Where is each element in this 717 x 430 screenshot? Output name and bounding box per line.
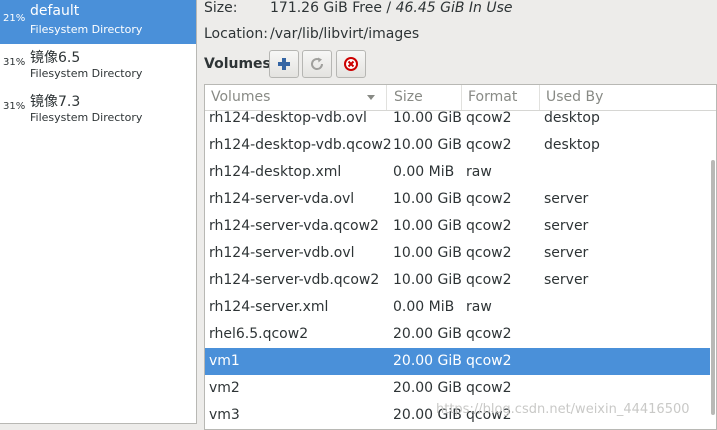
cell-format: qcow2 [466,218,512,234]
pool-item-default[interactable]: 21% default Filesystem Directory [0,0,196,44]
table-row[interactable]: vm1 20.00 GiB qcow2 [205,348,710,375]
cell-format: qcow2 [466,380,512,396]
cell-volume-name: rh124-desktop-vdb.ovl [209,110,367,126]
cell-used-by: server [544,191,589,207]
cell-volume-name: rh124-server-vdb.ovl [209,245,355,261]
pool-usage: 31% [3,101,26,112]
cell-volume-name: rh124-desktop-vdb.qcow2 [209,137,392,153]
refresh-icon [311,57,324,70]
table-row[interactable]: rh124-desktop.xml 0.00 MiB raw [205,159,710,186]
cell-size: 10.00 GiB [393,272,462,288]
pool-usage: 21% [3,13,26,24]
delete-icon [344,57,358,71]
cell-format: raw [466,164,492,180]
cell-volume-name: vm3 [209,407,240,423]
cell-size: 20.00 GiB [393,380,462,396]
watermark: https://blog.csdn.net/weixin_44416500 [436,402,690,417]
location-value: /var/lib/libvirt/images [270,26,420,42]
cell-format: raw [466,299,492,315]
cell-format: qcow2 [466,353,512,369]
table-row[interactable]: rh124-server-vda.qcow2 10.00 GiB qcow2 serv… [205,213,710,240]
size-value: 171.26 GiB Free / 46.45 GiB In Use [270,0,513,16]
cell-volume-name: rh124-server.xml [209,299,329,315]
column-title: Size [394,89,423,105]
cell-used-by: server [544,272,589,288]
cell-volume-name: rh124-server-vdb.qcow2 [209,272,380,288]
cell-format: qcow2 [466,110,512,126]
cell-format: qcow2 [466,272,512,288]
volumes-title: Volumes [204,56,271,72]
pool-type: Filesystem Directory [30,23,143,36]
cell-volume-name: rh124-desktop.xml [209,164,342,180]
column-title: Format [468,89,518,105]
cell-used-by: server [544,218,589,234]
pool-item-mirror-7-3[interactable]: 31% 镜像7.3 Filesystem Directory [0,88,196,132]
cell-volume-name: vm2 [209,380,240,396]
cell-used-by: desktop [544,110,600,126]
pool-type: Filesystem Directory [30,67,143,80]
cell-format: qcow2 [466,245,512,261]
cell-volume-name: rh124-server-vda.ovl [209,191,355,207]
cell-volume-name: rh124-server-vda.qcow2 [209,218,379,234]
size-free: 171.26 GiB Free [270,0,382,16]
pool-name: default [30,3,80,19]
volumes-table[interactable]: Volumes Size Format Used By rh124-deskto… [204,84,717,430]
cell-size: 0.00 MiB [393,299,455,315]
cell-size: 10.00 GiB [393,218,462,234]
size-label: Size: [204,0,238,16]
table-row[interactable]: rh124-server-vda.ovl 10.00 GiB qcow2 server [205,186,710,213]
cell-size: 10.00 GiB [393,137,462,153]
table-row[interactable]: vm2 20.00 GiB qcow2 [205,375,710,402]
cell-format: qcow2 [466,191,512,207]
table-row[interactable]: rh124-server-vdb.qcow2 10.00 GiB qcow2 serv… [205,267,710,294]
vertical-scrollbar[interactable] [710,110,716,429]
pool-item-mirror-6-5[interactable]: 31% 镜像6.5 Filesystem Directory [0,44,196,88]
pool-usage: 31% [3,57,26,68]
add-volume-button[interactable] [269,50,299,78]
storage-pool-list: 21% default Filesystem Directory 31% 镜像6… [0,0,197,424]
delete-volume-button[interactable] [336,50,366,78]
cell-size: 10.00 GiB [393,191,462,207]
pool-name: 镜像7.3 [30,94,81,110]
table-row[interactable]: rh124-server.xml 0.00 MiB raw [205,294,710,321]
cell-format: qcow2 [466,137,512,153]
cell-used-by: desktop [544,137,600,153]
refresh-volumes-button[interactable] [302,50,332,78]
size-separator: / [381,0,396,16]
column-title: Volumes [211,89,271,105]
cell-volume-name: vm1 [209,353,240,369]
table-row[interactable]: rh124-desktop-vdb.ovl 10.00 GiB qcow2 deskt… [205,105,710,132]
table-row[interactable]: rh124-desktop-vdb.qcow2 10.00 GiB qcow2 des… [205,132,710,159]
sort-down-icon [367,95,375,100]
table-row[interactable]: rh124-server-vdb.ovl 10.00 GiB qcow2 server [205,240,710,267]
cell-format: qcow2 [466,326,512,342]
cell-size: 10.00 GiB [393,110,462,126]
pool-type: Filesystem Directory [30,111,143,124]
location-label: Location: [204,26,268,42]
cell-used-by: server [544,245,589,261]
table-row[interactable]: rhel6.5.qcow2 20.00 GiB qcow2 [205,321,710,348]
cell-size: 20.00 GiB [393,326,462,342]
cell-volume-name: rhel6.5.qcow2 [209,326,309,342]
cell-size: 20.00 GiB [393,353,462,369]
scrollbar-thumb[interactable] [711,160,715,415]
cell-size: 0.00 MiB [393,164,455,180]
pool-name: 镜像6.5 [30,50,81,66]
plus-icon [278,58,290,70]
size-in-use: 46.45 GiB In Use [395,0,513,16]
column-title: Used By [546,89,604,105]
cell-size: 10.00 GiB [393,245,462,261]
